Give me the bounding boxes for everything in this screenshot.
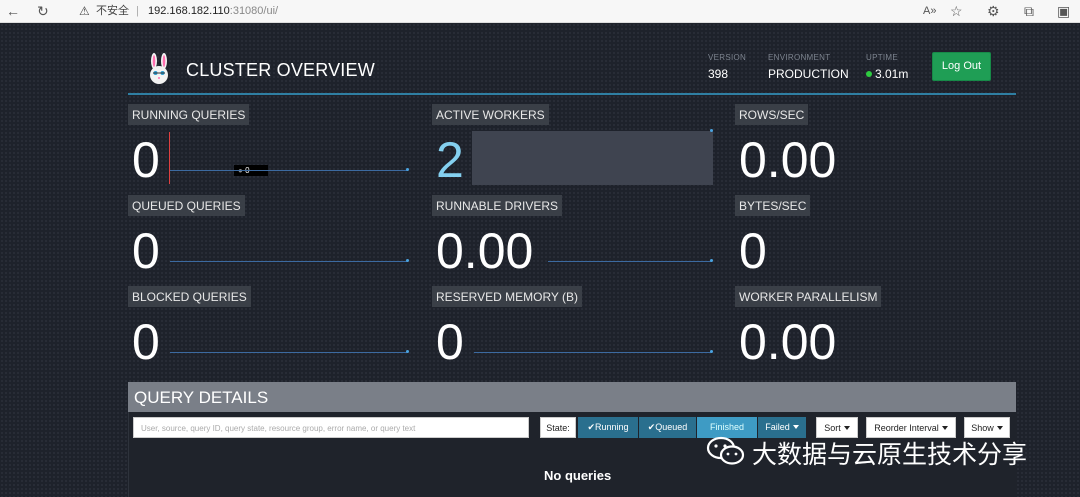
tile-label: BYTES/SEC: [735, 195, 811, 216]
chevron-down-icon: [843, 426, 850, 430]
watermark-text: 大数据与云原生技术分享: [752, 440, 1028, 469]
tile-value: 0: [436, 314, 464, 370]
empty-state-message: No queries: [544, 468, 612, 483]
extensions-icon[interactable]: ⚙: [987, 2, 1000, 20]
sparkline-end: [406, 168, 409, 171]
wechat-icon: [706, 436, 745, 465]
show-label: Show: [971, 423, 994, 433]
chevron-down-icon: [792, 425, 799, 429]
tile-label: BLOCKED QUERIES: [128, 286, 251, 307]
tile-label: RESERVED MEMORY (B): [432, 286, 583, 307]
tile-value: 0: [739, 223, 767, 279]
sparkline-end: [710, 259, 713, 262]
warning-icon: ⚠: [79, 4, 90, 18]
tile-value: 0.00: [739, 314, 837, 370]
url-separator: |: [136, 5, 139, 17]
sparkline-cursor: [169, 132, 170, 184]
url-host: 192.168.182.110: [148, 5, 230, 17]
uptime-label: UPTIME: [866, 53, 899, 62]
query-search-input[interactable]: User, source, query ID, query state, res…: [133, 417, 529, 438]
sparkline-end: [406, 350, 409, 353]
tile-value: 2: [436, 132, 464, 188]
browser-toolbar: ← ↻ ⚠ 不安全 | 192.168.182.110:31080/ui/ A»…: [0, 0, 1080, 23]
address-bar[interactable]: 192.168.182.110:31080/ui/: [148, 4, 278, 18]
bunny-logo-icon: [150, 53, 168, 84]
tile-value: 0: [132, 223, 160, 279]
back-icon[interactable]: ←: [6, 2, 20, 20]
refresh-icon[interactable]: ↻: [37, 2, 49, 20]
tile-label: ROWS/SEC: [735, 104, 809, 125]
url-path: :31080/ui/: [229, 5, 279, 17]
chevron-down-icon: [996, 426, 1003, 430]
state-filter-label: State:: [540, 417, 576, 438]
filter-queued-button[interactable]: ✔Queued: [639, 417, 696, 438]
sparkline: [170, 261, 408, 262]
tile-value: 0.00: [739, 132, 837, 188]
filter-queued-label: Queued: [655, 422, 688, 432]
sparkline: [548, 261, 712, 262]
sparkline-end: [710, 350, 713, 353]
environment-value: PRODUCTION: [768, 67, 849, 81]
query-details-title: QUERY DETAILS: [134, 388, 269, 407]
tile-value: 0: [132, 314, 160, 370]
tile-reserved-memory: RESERVED MEMORY (B) 0: [432, 286, 714, 370]
tile-blocked-queries: BLOCKED QUERIES 0: [128, 286, 410, 370]
logout-button[interactable]: Log Out: [932, 52, 991, 81]
status-dot-icon: [866, 71, 872, 77]
uptime-status: 3.01m: [866, 67, 908, 81]
environment-label: ENVIRONMENT: [768, 53, 831, 62]
security-label[interactable]: 不安全: [96, 4, 129, 18]
tile-label: RUNNABLE DRIVERS: [432, 195, 563, 216]
favorites-icon[interactable]: ☆: [950, 2, 963, 20]
tile-value: 0.00: [436, 223, 534, 279]
sparkline: [170, 170, 408, 171]
query-details-header: QUERY DETAILS: [128, 382, 1016, 412]
tile-active-workers: ACTIVE WORKERS 2: [432, 104, 714, 188]
header-divider: [128, 93, 1016, 95]
uptime-value: 3.01m: [875, 67, 909, 81]
tile-queued-queries: QUEUED QUERIES 0: [128, 195, 410, 279]
tile-label: ACTIVE WORKERS: [432, 104, 549, 125]
tile-label: WORKER PARALLELISM: [735, 286, 882, 307]
sparkline-end: [406, 259, 409, 262]
read-aloud-icon[interactable]: A»: [923, 2, 936, 20]
filter-failed-label: Failed: [765, 422, 790, 432]
tile-worker-parallelism: WORKER PARALLELISM 0.00: [735, 286, 1017, 370]
tile-runnable-drivers: RUNNABLE DRIVERS 0.00: [432, 195, 714, 279]
collections-icon[interactable]: ▣: [1057, 2, 1070, 20]
sparkline-end: [710, 129, 713, 132]
tile-bytes-per-sec: BYTES/SEC 0: [735, 195, 1017, 279]
tile-value: 0: [132, 132, 160, 188]
sparkline: [170, 352, 408, 353]
sparkline-area: [472, 131, 713, 185]
check-icon: ✔: [587, 422, 595, 432]
filter-running-label: Running: [595, 422, 629, 432]
version-label: VERSION: [708, 53, 747, 62]
page-title: CLUSTER OVERVIEW: [186, 60, 375, 80]
filter-running-button[interactable]: ✔Running: [578, 417, 638, 438]
tile-label: QUEUED QUERIES: [128, 195, 245, 216]
sort-label: Sort: [824, 423, 841, 433]
chevron-down-icon: [941, 426, 948, 430]
reorder-label: Reorder Interval: [874, 423, 939, 433]
tile-running-queries: RUNNING QUERIES 0 ● 0: [128, 104, 410, 188]
version-value: 398: [708, 67, 729, 81]
tile-label: RUNNING QUERIES: [128, 104, 250, 125]
sparkline: [474, 352, 712, 353]
tile-rows-per-sec: ROWS/SEC 0.00: [735, 104, 1017, 188]
split-screen-icon[interactable]: ⧉: [1024, 2, 1034, 20]
